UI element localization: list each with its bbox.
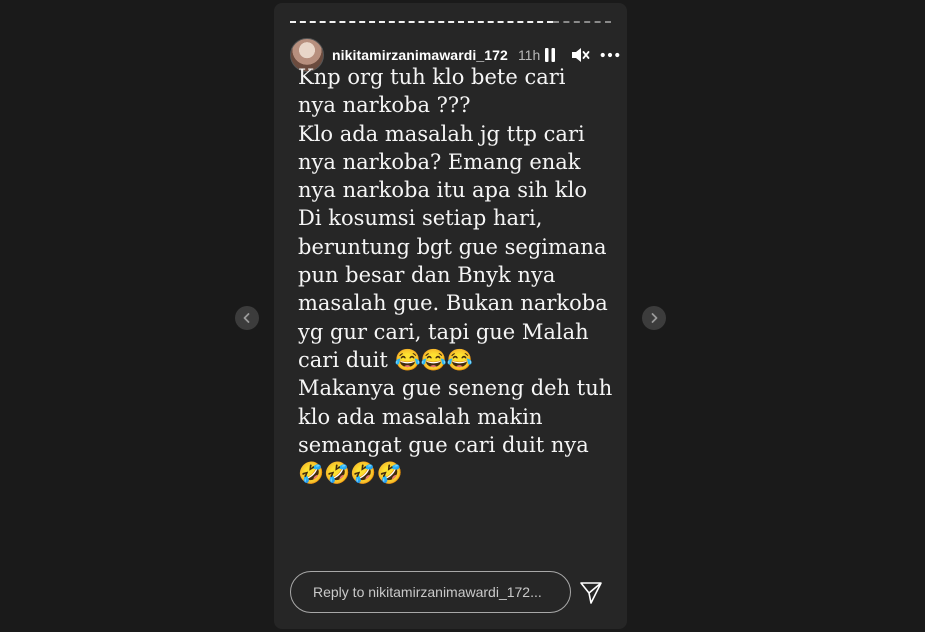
story-viewer: nikitamirzanimawardi_172 11h Knp org tuh… (274, 3, 627, 629)
story-text-line: Di kosumsi setiap hari, (298, 206, 543, 231)
mute-icon (572, 48, 590, 62)
pause-button[interactable] (540, 45, 560, 65)
reply-field[interactable] (290, 571, 571, 613)
story-text-line: pun besar dan Bnyk nya (298, 263, 556, 288)
pause-icon (545, 48, 556, 62)
username[interactable]: nikitamirzanimawardi_172 (332, 47, 508, 63)
story-text-line: Knp org tuh klo bete cari (298, 65, 566, 89)
story-text-line: nya narkoba itu apa sih klo (298, 178, 587, 203)
send-icon (580, 582, 602, 604)
previous-story-button[interactable] (235, 306, 259, 330)
story-text-line: Makanya gue seneng deh tuh (298, 376, 613, 401)
progress-remaining (553, 21, 611, 23)
more-options-icon (600, 52, 620, 58)
progress-played (290, 21, 553, 23)
reply-input[interactable] (311, 583, 555, 601)
chevron-left-icon (243, 313, 250, 323)
chevron-right-icon (651, 313, 658, 323)
story-text-line: masalah gue. Bukan narkoba (298, 291, 608, 316)
story-text-line: nya narkoba? Emang enak (298, 149, 581, 174)
time-ago: 11h (517, 47, 541, 63)
story-text-line: Klo ada masalah jg ttp cari (298, 121, 585, 146)
story-text-line: beruntung bgt gue segimana (298, 234, 607, 259)
story-text-line: klo ada masalah makin (298, 404, 543, 429)
story-progress-bar (290, 21, 611, 23)
story-text: Knp org tuh klo bete cari nya narkoba ??… (298, 63, 618, 487)
story-text-line: yg gur cari, tapi gue Malah (298, 319, 589, 344)
story-text-line: semangat gue cari duit nya (298, 432, 589, 457)
more-options-button[interactable] (600, 45, 620, 65)
story-text-line: nya narkoba ??? (298, 93, 471, 118)
send-button[interactable] (577, 579, 605, 607)
mute-button[interactable] (570, 45, 590, 65)
story-text-line: cari duit 😂😂😂 (298, 347, 473, 372)
story-controls (540, 45, 620, 65)
next-story-button[interactable] (642, 306, 666, 330)
story-text-line: 🤣🤣🤣🤣 (298, 461, 403, 486)
